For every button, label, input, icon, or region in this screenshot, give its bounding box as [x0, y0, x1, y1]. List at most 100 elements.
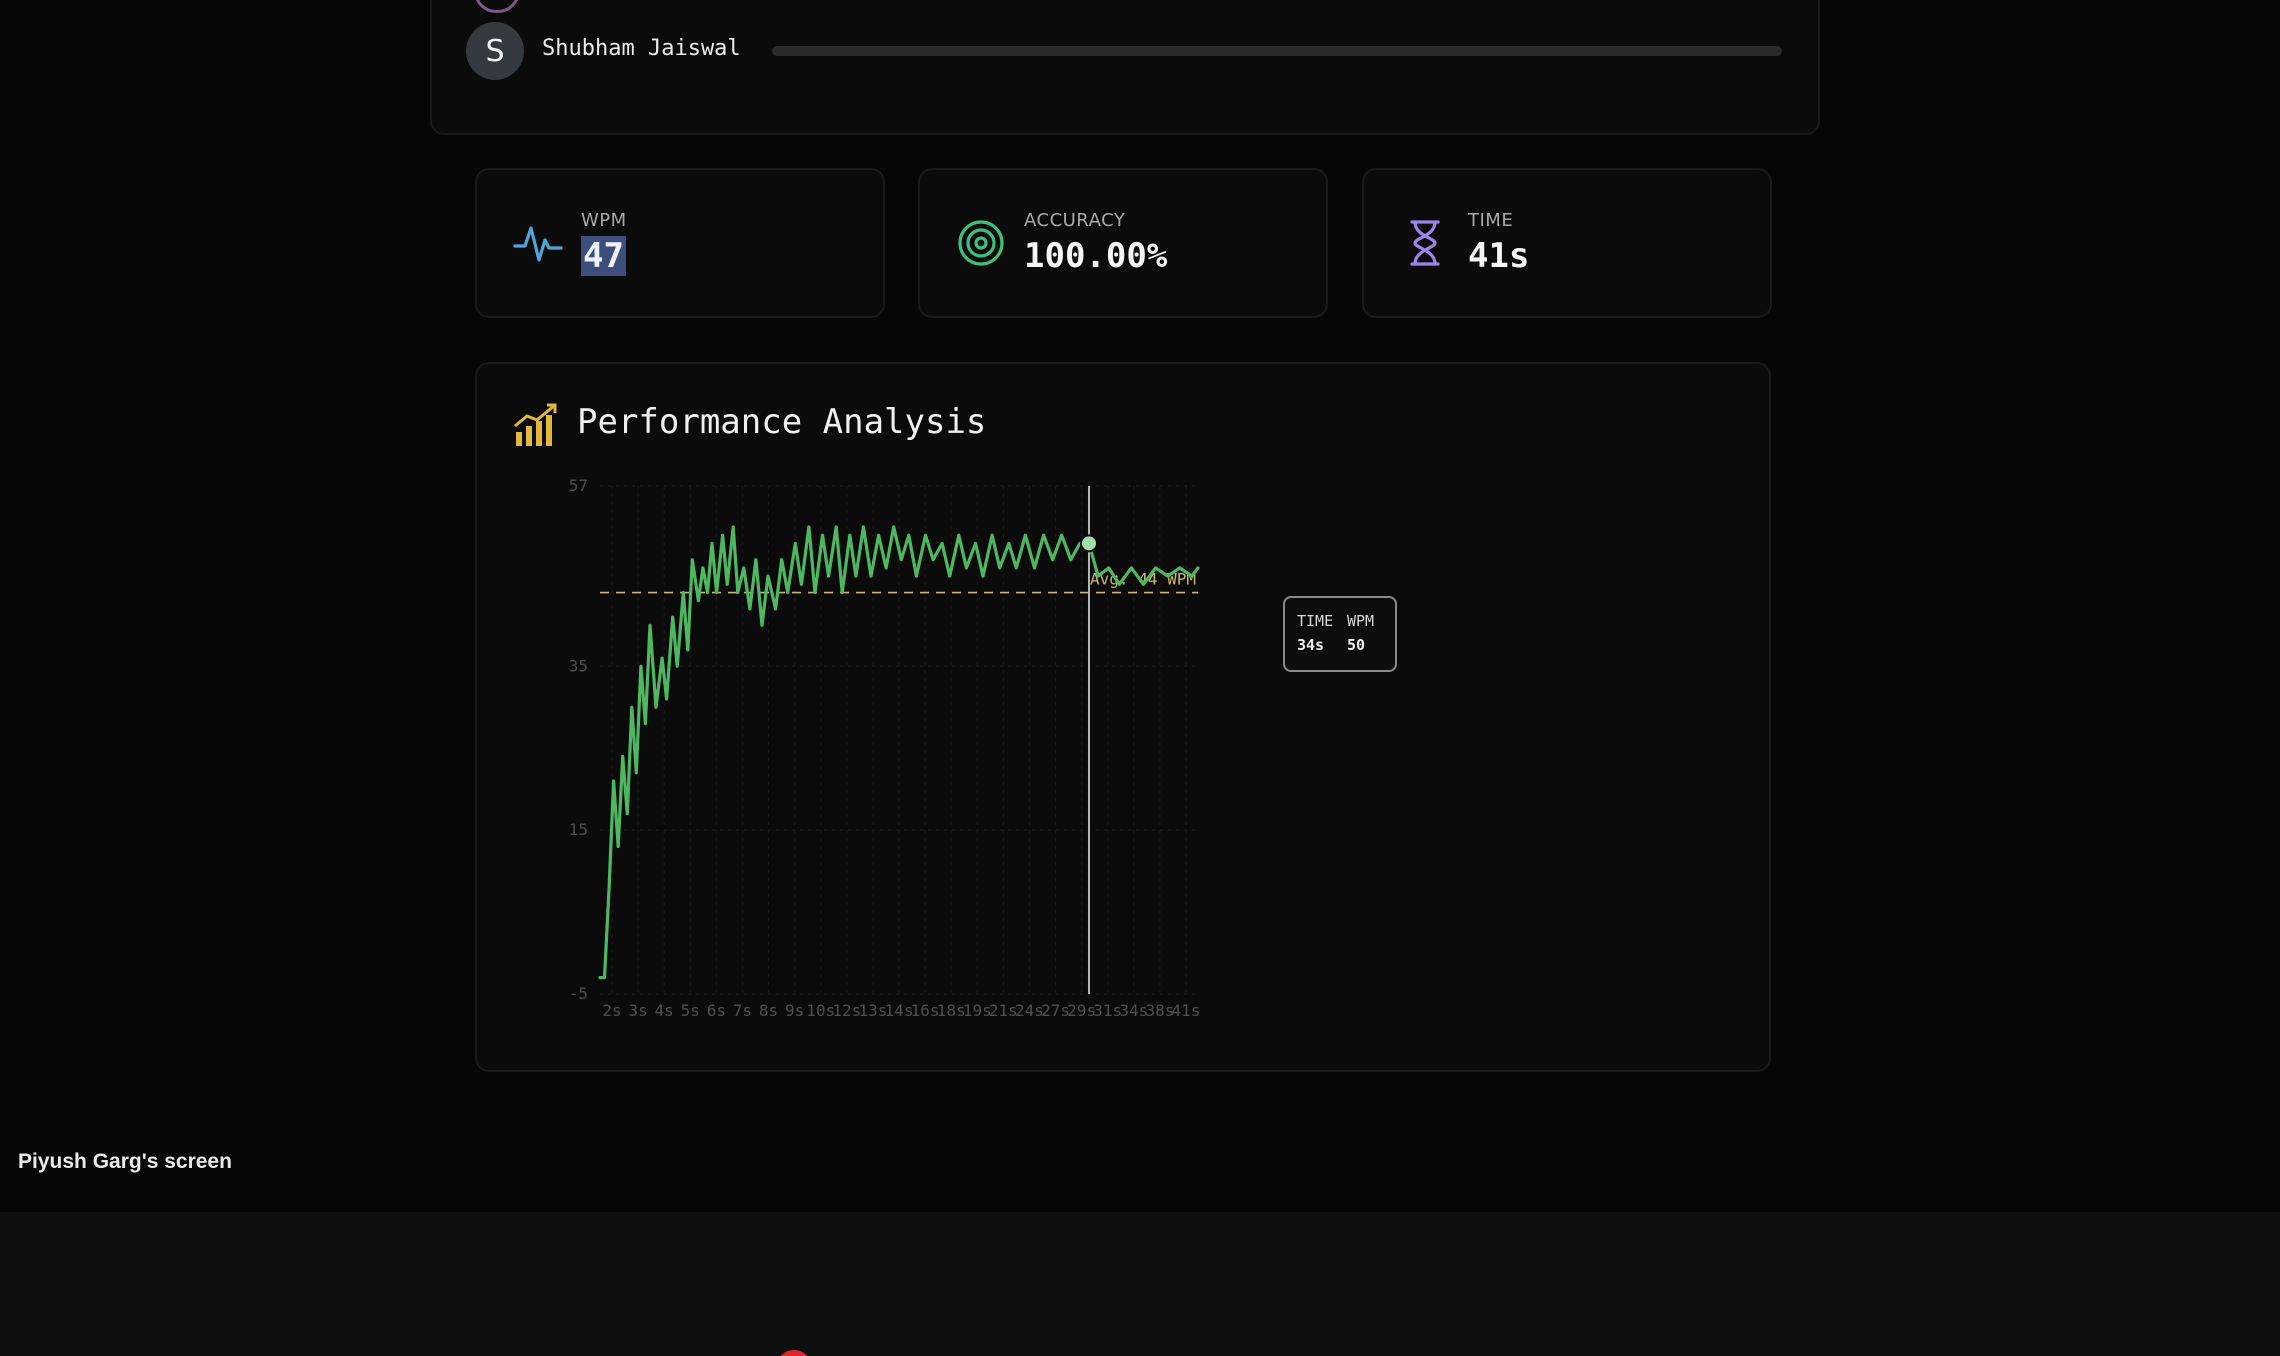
x-tick-label: 41s	[1172, 1001, 1201, 1020]
x-tick-label: 14s	[885, 1001, 914, 1020]
x-tick-label: 3s	[628, 1001, 647, 1020]
hourglass-icon	[1410, 220, 1440, 266]
data-point	[631, 706, 633, 708]
data-point	[982, 575, 984, 577]
data-point	[737, 591, 739, 594]
chart-grid	[600, 485, 1198, 995]
data-point	[775, 608, 777, 610]
data-point	[722, 534, 724, 536]
x-tick-label: 38s	[1145, 1001, 1174, 1020]
x-tick-label: 4s	[655, 1001, 674, 1020]
x-axis-ticks: 2s 3s 4s 5s 6s 7s 8s 9s 10s12s13s14s16s18s19s21s…	[602, 1001, 1200, 1020]
time-value: 41s	[1468, 236, 1530, 276]
x-tick-label: 29s	[1067, 1001, 1096, 1020]
x-tick-label: 18s	[937, 1001, 966, 1020]
x-tick-label: 13s	[858, 1001, 887, 1020]
data-point	[800, 583, 802, 585]
app-stage: S Shubham Jaiswal WPM 47 ACCURACY 100.00…	[0, 0, 2280, 1356]
x-tick-label: 16s	[911, 1001, 940, 1020]
data-point	[1142, 583, 1145, 585]
data-point	[655, 706, 657, 708]
data-point	[835, 526, 837, 528]
y-tick-label: -5	[569, 984, 588, 1003]
data-point	[755, 559, 757, 561]
data-point	[841, 591, 843, 594]
data-point	[781, 559, 783, 561]
data-point	[666, 698, 668, 700]
wpm-value: 47	[581, 236, 626, 276]
data-point	[1097, 575, 1099, 577]
data-point	[900, 559, 902, 561]
data-point	[855, 575, 857, 577]
data-point	[767, 575, 769, 577]
chart-tooltip: TIME WPM 34s 50	[1283, 596, 1397, 672]
player-avatar-ring	[474, 0, 520, 13]
x-tick-label: 31s	[1093, 1001, 1122, 1020]
wpm-label: WPM	[581, 210, 627, 231]
data-point	[893, 526, 895, 528]
data-point	[726, 583, 728, 585]
target-icon	[958, 220, 1004, 266]
x-tick-label: 27s	[1041, 1001, 1070, 1020]
data-point	[974, 542, 977, 544]
player-name: Shubham Jaiswal	[542, 36, 741, 61]
data-point	[749, 608, 751, 610]
x-tick-label: 2s	[602, 1001, 621, 1020]
x-tick-label: 34s	[1119, 1001, 1148, 1020]
data-point	[1008, 542, 1010, 544]
data-point	[1108, 567, 1110, 569]
highlight-point	[1079, 534, 1098, 553]
screen-share-label: Piyush Garg's screen	[18, 1150, 232, 1173]
y-tick-label: 57	[569, 476, 588, 495]
data-point	[908, 534, 910, 536]
data-point	[697, 600, 700, 602]
data-point	[599, 977, 601, 979]
data-point	[732, 526, 734, 528]
pulse-icon	[513, 226, 563, 262]
time-card: TIME 41s	[1362, 168, 1772, 318]
data-point	[687, 649, 689, 651]
data-point	[626, 813, 628, 815]
data-point	[1015, 567, 1017, 569]
data-point	[965, 567, 967, 569]
data-point	[761, 624, 763, 626]
accuracy-value: 100.00%	[1024, 236, 1168, 276]
y-axis-ticks: 57 35 15 -5	[569, 476, 588, 1003]
data-point	[1197, 567, 1199, 569]
data-point	[1033, 567, 1036, 569]
data-point	[682, 591, 684, 594]
tooltip-time-value: 34s	[1297, 636, 1325, 654]
data-point	[1179, 567, 1181, 569]
x-tick-label: 12s	[832, 1001, 861, 1020]
bar-chart-icon	[514, 403, 557, 446]
performance-chart[interactable]: 57 35 15 -5 2s 3s 4s 5s 6s 7s 8s 9s 10s12s13s14s16s…	[477, 364, 1769, 1070]
x-tick-label: 5s	[681, 1001, 700, 1020]
data-point	[649, 624, 651, 626]
x-tick-label: 21s	[989, 1001, 1018, 1020]
data-point	[849, 534, 851, 536]
data-point	[622, 755, 624, 757]
data-point	[1130, 567, 1132, 569]
data-point	[877, 534, 880, 536]
avatar: S	[466, 22, 524, 80]
accuracy-label: ACCURACY	[1024, 210, 1126, 231]
performance-panel: 57 35 15 -5 2s 3s 4s 5s 6s 7s 8s 9s 10s 12s 13s 14s 16s…	[475, 362, 1771, 1072]
data-point	[999, 567, 1001, 569]
accuracy-card: ACCURACY 100.00%	[918, 168, 1328, 318]
x-tick-label: 19s	[963, 1001, 992, 1020]
data-point	[1052, 559, 1054, 561]
y-tick-label: 15	[569, 820, 588, 839]
data-point	[635, 772, 637, 774]
data-point	[958, 534, 960, 536]
data-point	[862, 526, 865, 528]
data-point	[711, 542, 713, 544]
data-point	[1118, 583, 1120, 585]
data-point	[617, 845, 619, 848]
data-point	[691, 559, 693, 561]
data-point	[706, 591, 709, 594]
data-point	[870, 575, 872, 577]
data-point	[661, 657, 663, 659]
tooltip-time-header: TIME	[1297, 612, 1334, 630]
data-point	[924, 534, 927, 536]
x-tick-label: 7s	[733, 1001, 752, 1020]
